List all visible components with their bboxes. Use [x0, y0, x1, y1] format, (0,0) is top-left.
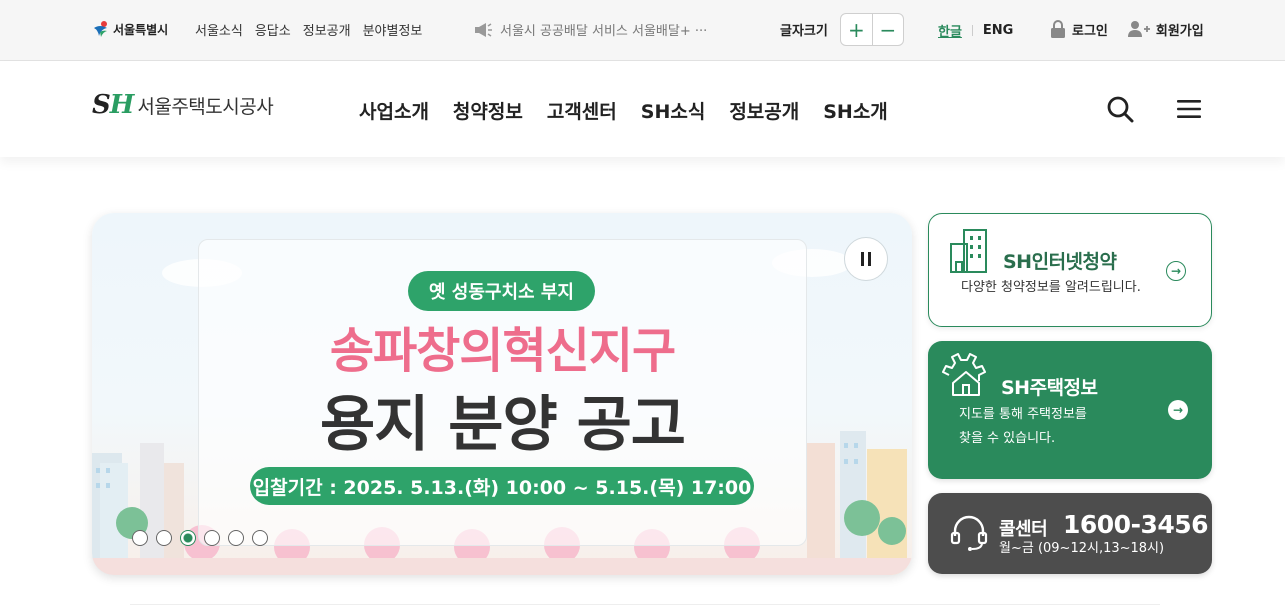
seoul-label: 서울특별시 [113, 22, 169, 37]
nav-sh-intro[interactable]: SH소개 [823, 97, 888, 124]
banner-badge: 옛 성동구치소 부지 [408, 271, 595, 311]
gear-house-icon [942, 353, 986, 396]
account-links: 로그인 회원가입 [1050, 19, 1204, 39]
headset-icon [950, 515, 988, 551]
user-add-icon [1127, 21, 1150, 37]
util-link-eungdapso[interactable]: 응답소 [255, 20, 291, 39]
signup-label: 회원가입 [1155, 23, 1204, 39]
search-icon[interactable] [1106, 95, 1134, 123]
slide-pagination [132, 530, 268, 546]
font-size-increase-button[interactable]: + [841, 14, 872, 45]
header-actions [1106, 95, 1202, 123]
sh-logo-mark: SH [92, 90, 134, 120]
util-links: 서울소식 응답소 정보공개 분야별정보 [195, 20, 422, 39]
main-banner-slide[interactable]: 옛 성동구치소 부지 송파창의혁신지구 용지 분양 공고 입찰기간 : 2025… [92, 213, 912, 575]
call-center-button[interactable]: 콜센터 1600-3456 월~금 (09~12시,13~18시) [928, 493, 1212, 574]
nav-sh-news[interactable]: SH소식 [641, 97, 706, 124]
util-link-info-open[interactable]: 정보공개 [303, 20, 351, 39]
main-header: SH 서울주택도시공사 사업소개 청약정보 고객센터 SH소식 정보공개 SH소… [0, 61, 1285, 157]
arrow-right-icon: → [1168, 400, 1188, 420]
sh-logo-name: 서울주택도시공사 [137, 95, 274, 118]
sh-housing-info-title: SH주택정보 [1001, 377, 1098, 399]
slide-pause-button[interactable] [844, 237, 888, 281]
lock-icon [1051, 20, 1065, 38]
slide-dot-2[interactable] [156, 530, 172, 546]
slide-dot-4[interactable] [204, 530, 220, 546]
font-size-control: 글자크기 + − [780, 13, 904, 46]
slide-dot-5[interactable] [228, 530, 244, 546]
pause-icon [861, 252, 864, 266]
sh-home-logo[interactable]: SH 서울주택도시공사 [92, 90, 274, 120]
nav-customer-center[interactable]: 고객센터 [547, 97, 617, 124]
notice-ticker[interactable]: 서울시 공공배달 서비스 서울배달+ ··· [474, 20, 707, 39]
slide-dot-6[interactable] [252, 530, 268, 546]
nav-business[interactable]: 사업소개 [359, 97, 429, 124]
font-size-decrease-button[interactable]: − [871, 14, 903, 45]
sh-internet-subscription-desc: 다양한 청약정보를 알려드립니다. [961, 280, 1141, 295]
sh-internet-subscription-button[interactable]: SH인터넷청약 다양한 청약정보를 알려드립니다. → [928, 213, 1212, 327]
main-nav: 사업소개 청약정보 고객센터 SH소식 정보공개 SH소개 [359, 97, 888, 124]
sh-housing-info-desc-2: 찾을 수 있습니다. [959, 431, 1056, 446]
arrow-right-icon: → [1166, 261, 1186, 281]
banner-title-1: 송파창의혁신지구 [329, 323, 676, 379]
sh-internet-subscription-title: SH인터넷청약 [1003, 251, 1117, 273]
lang-korean-link[interactable]: 한글 [938, 21, 962, 40]
util-link-field-info[interactable]: 분야별정보 [363, 20, 423, 39]
banner-title-2: 용지 분양 공고 [320, 390, 686, 460]
seoul-city-link[interactable]: 서울특별시 [92, 20, 168, 38]
menu-icon[interactable] [1176, 95, 1202, 123]
sh-housing-info-button[interactable]: SH주택정보 지도를 통해 주택정보를 찾을 수 있습니다. → [928, 341, 1212, 479]
call-center-number: 1600-3456 [1063, 510, 1209, 539]
call-center-hours: 월~금 (09~12시,13~18시) [999, 541, 1165, 556]
pause-icon-bar [868, 252, 871, 266]
banner-period: 입찰기간 : 2025. 5.13.(화) 10:00 ~ 5.15.(목) 1… [250, 467, 754, 505]
login-link[interactable]: 로그인 [1050, 19, 1108, 39]
login-label: 로그인 [1072, 23, 1108, 39]
megaphone-icon [475, 22, 492, 37]
slide-dot-1[interactable] [132, 530, 148, 546]
slide-dot-3[interactable] [180, 530, 196, 546]
sh-housing-info-desc-1: 지도를 통해 주택정보를 [959, 407, 1087, 422]
util-link-seoul-news[interactable]: 서울소식 [195, 20, 243, 39]
lang-english-link[interactable]: ENG [983, 23, 1013, 38]
signup-link[interactable]: 회원가입 [1127, 20, 1204, 39]
nav-subscription[interactable]: 청약정보 [453, 97, 523, 124]
seoul-logo-icon [94, 21, 107, 37]
font-size-buttons: + − [839, 13, 904, 46]
building-icon [950, 229, 987, 273]
notice-text: 서울시 공공배달 서비스 서울배달+ ··· [500, 24, 708, 39]
section-divider [130, 604, 1160, 609]
nav-info-disclosure[interactable]: 정보공개 [729, 97, 799, 124]
font-size-label: 글자크기 [780, 24, 828, 39]
language-switch: 한글 ENG [938, 21, 1013, 40]
utility-bar: 서울특별시 서울소식 응답소 정보공개 분야별정보 서울시 공공배달 서비스 서… [0, 0, 1285, 61]
lang-divider [971, 25, 973, 36]
